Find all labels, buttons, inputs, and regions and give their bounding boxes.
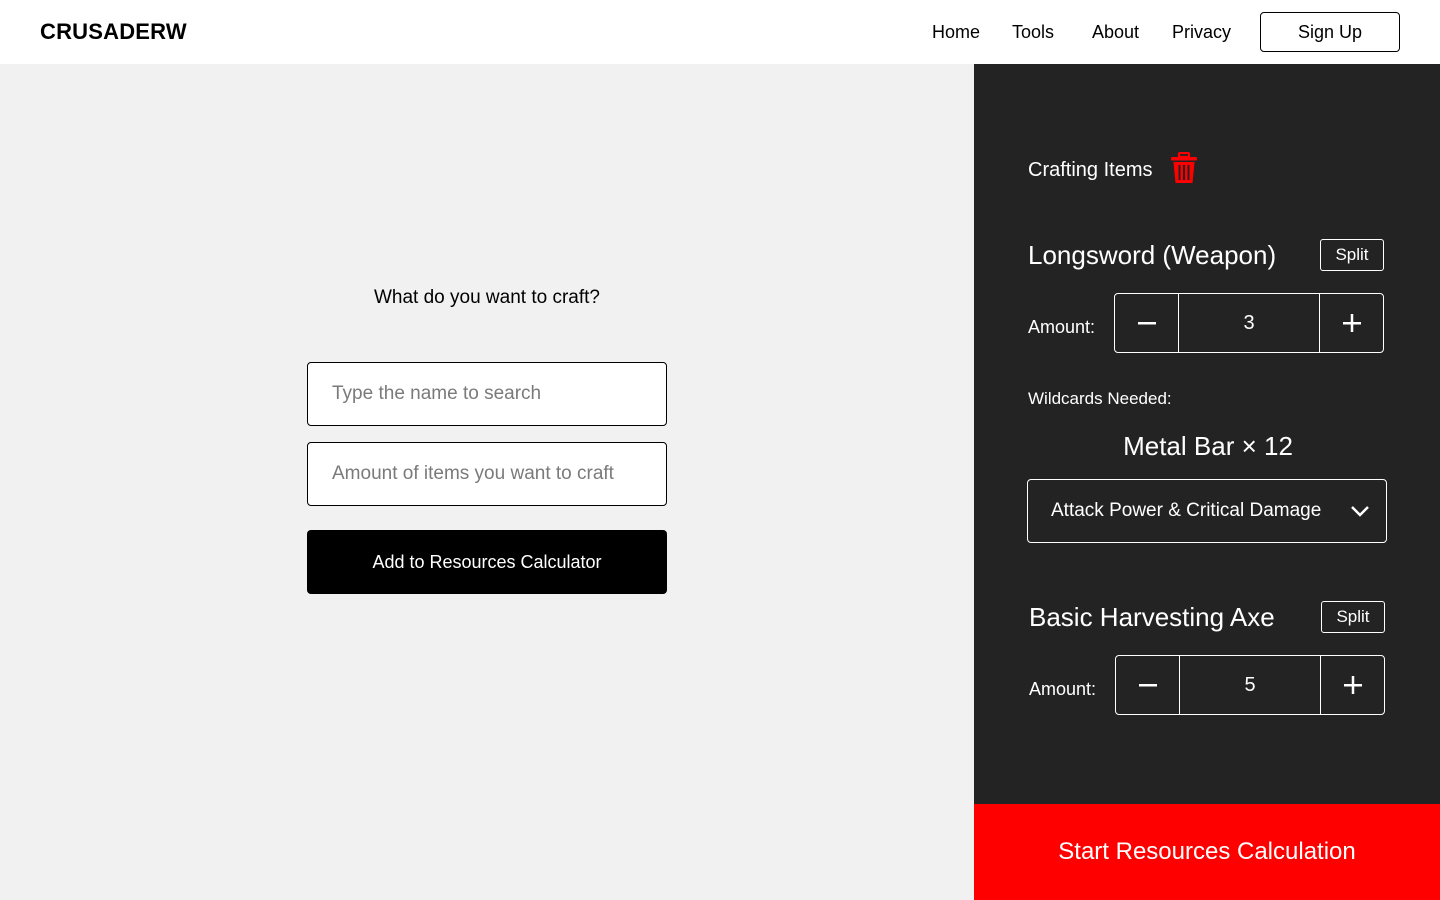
- amount-value[interactable]: 3: [1178, 294, 1320, 352]
- trash-icon[interactable]: [1170, 152, 1198, 184]
- panel-title: Crafting Items: [1028, 159, 1153, 181]
- amount-label: Amount:: [1028, 317, 1096, 337]
- brand-logo[interactable]: CRUSADERW: [40, 18, 187, 46]
- nav-tools-link[interactable]: Tools: [1012, 21, 1054, 43]
- item-name: Basic Harvesting Axe: [1029, 602, 1275, 632]
- nav-privacy-link[interactable]: Privacy: [1172, 21, 1231, 43]
- amount-value[interactable]: 5: [1179, 656, 1321, 714]
- amount-label: Amount:: [1029, 679, 1097, 699]
- search-input[interactable]: [307, 362, 667, 426]
- crafting-items-panel: Crafting Items Longsword (Weapon) Split …: [974, 64, 1440, 900]
- item-name: Longsword (Weapon): [1028, 240, 1277, 270]
- wildcard-selected-value: Attack Power & Critical Damage: [1051, 500, 1322, 521]
- craft-question: What do you want to craft?: [373, 287, 600, 308]
- quantity-stepper: 3: [1114, 293, 1384, 353]
- decrement-button[interactable]: [1116, 656, 1179, 714]
- nav-about-link[interactable]: About: [1092, 21, 1139, 43]
- split-button[interactable]: Split: [1321, 601, 1385, 633]
- add-to-calculator-button[interactable]: Add to Resources Calculator: [307, 530, 667, 594]
- craft-search-area: What do you want to craft? Add to Resour…: [0, 64, 974, 900]
- increment-button[interactable]: [1320, 294, 1383, 352]
- wildcard-select[interactable]: Attack Power & Critical Damage: [1027, 479, 1387, 543]
- decrement-button[interactable]: [1115, 294, 1178, 352]
- amount-input[interactable]: [307, 442, 667, 506]
- minus-icon: [1138, 684, 1157, 687]
- chevron-down-icon: [1351, 506, 1369, 517]
- wildcards-label: Wildcards Needed:: [1028, 389, 1172, 408]
- start-calculation-button[interactable]: Start Resources Calculation: [974, 804, 1440, 900]
- wildcards-value: Metal Bar × 12: [1123, 431, 1293, 461]
- nav-home-link[interactable]: Home: [932, 21, 980, 43]
- minus-icon: [1137, 322, 1156, 325]
- plus-icon: [1342, 314, 1361, 332]
- increment-button[interactable]: [1321, 656, 1384, 714]
- quantity-stepper: 5: [1115, 655, 1385, 715]
- split-button[interactable]: Split: [1320, 239, 1384, 271]
- sign-up-button[interactable]: Sign Up: [1260, 12, 1400, 52]
- plus-icon: [1343, 676, 1362, 694]
- top-header: CRUSADERW Home Tools About Privacy Sign …: [0, 0, 1440, 64]
